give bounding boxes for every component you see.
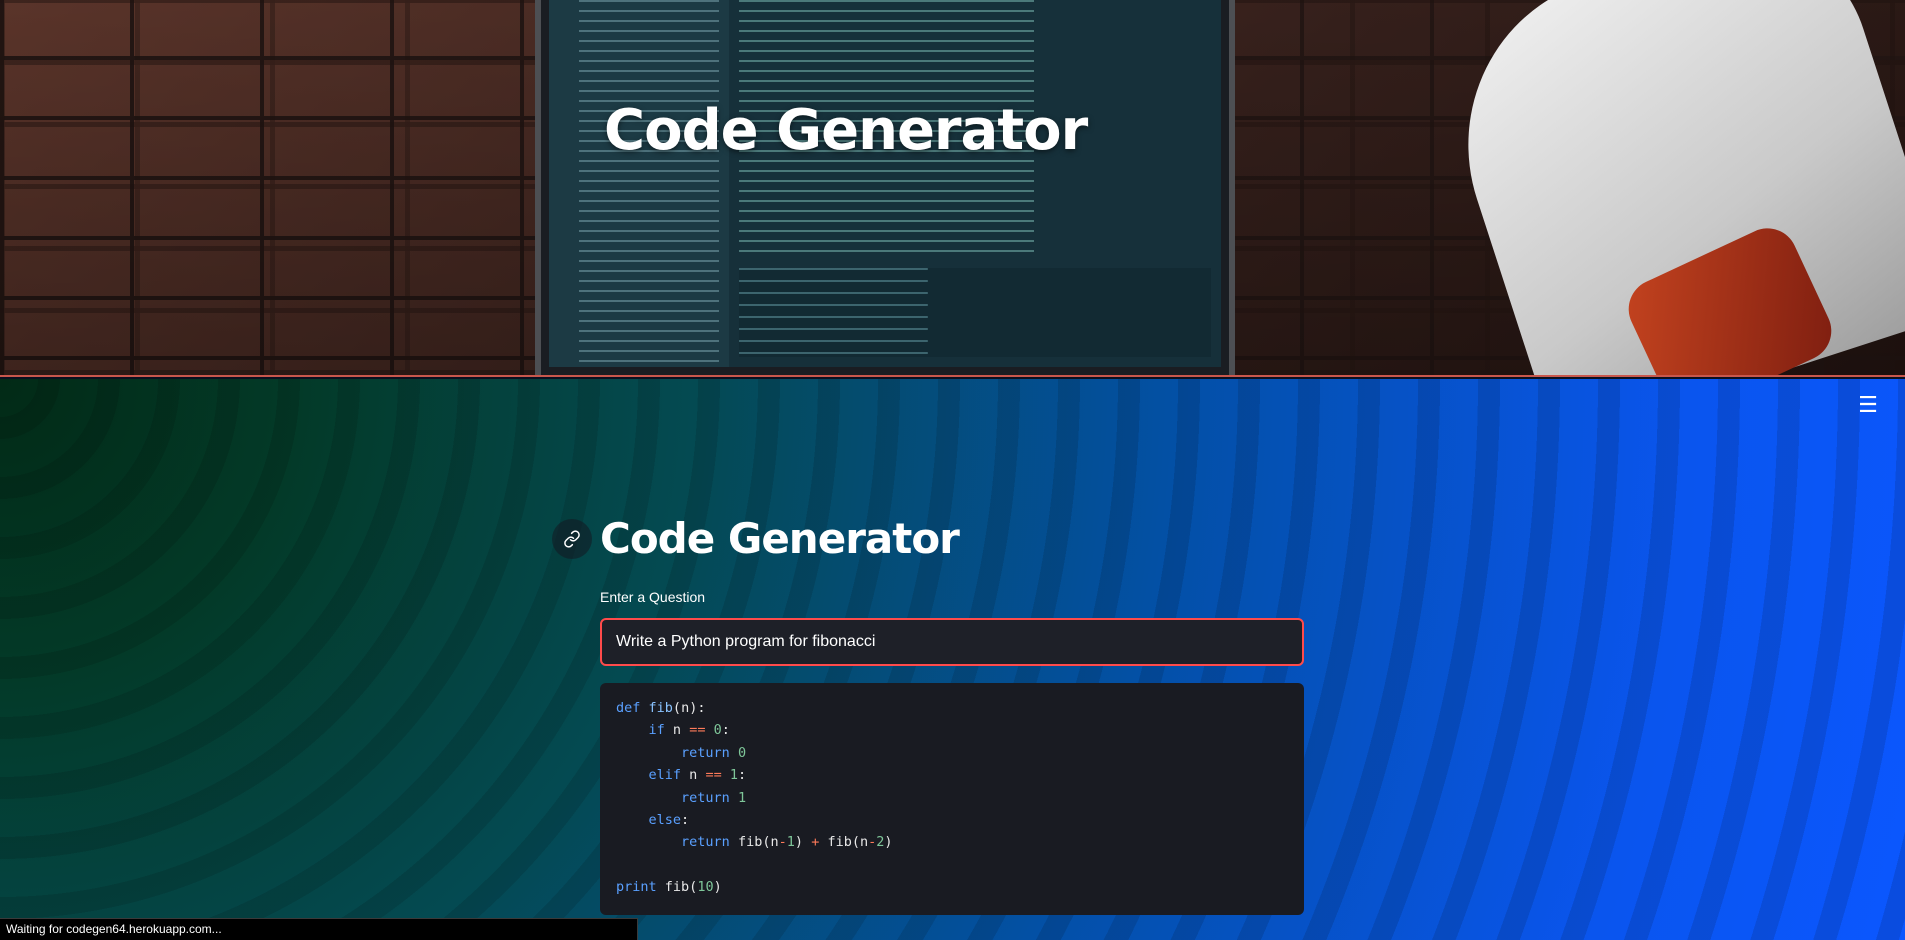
code-line: print fib(10) [616,879,722,896]
hero-editor-sidebar [549,0,729,367]
browser-status-bar: Waiting for codegen64.herokuapp.com... [0,918,638,940]
code-line: if n == 0: [648,722,730,739]
code-line: return 0 [681,744,747,761]
hero-banner: Code Generator [0,0,1905,377]
question-label: Enter a Question [600,589,706,605]
hero-editor-terminal [739,268,1211,357]
code-line: return 1 [681,789,747,806]
hamburger-menu-icon[interactable]: ☰ [1856,394,1880,418]
hero-title: Code Generator [604,98,1088,163]
page-title: Code Generator [600,514,960,563]
app-main: ☰ Code Generator Enter a Question def fi… [0,379,1905,940]
generated-code-block: def fib(n): if n == 0: return 0 elif n =… [600,683,1304,915]
link-icon[interactable] [552,519,592,559]
code-line: else: [648,812,690,829]
hero-laptop-image [535,0,1235,375]
code-line: return fib(n-1) + fib(n-2) [681,834,893,851]
question-input[interactable] [600,618,1304,666]
code-line: elif n == 1: [648,767,747,784]
code-line: def fib(n): [616,700,706,716]
hero-laptop-screen [549,0,1221,367]
